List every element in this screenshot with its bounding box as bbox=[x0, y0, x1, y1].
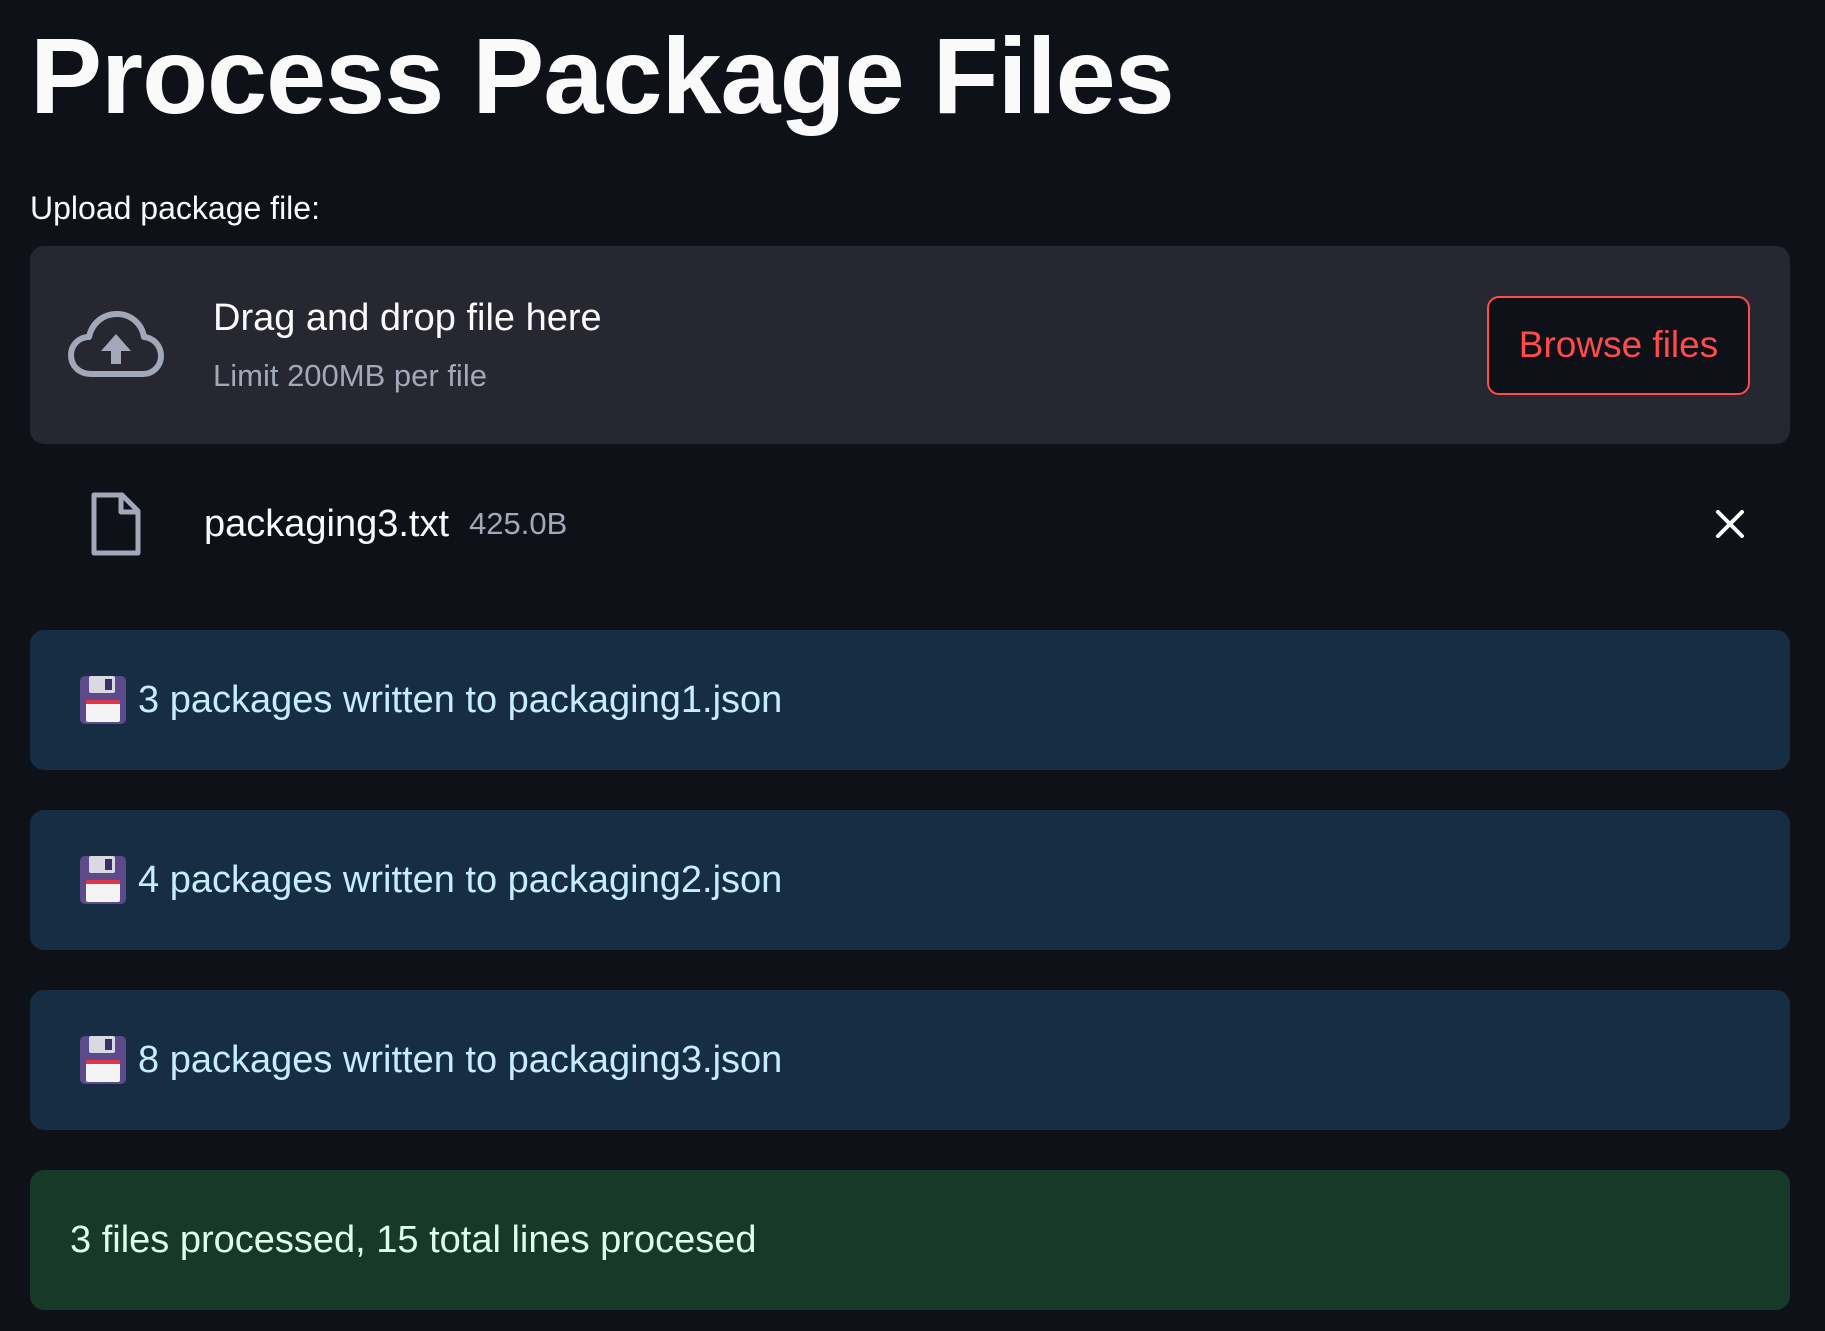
uploaded-file-row: packaging3.txt 425.0B bbox=[30, 444, 1790, 604]
info-alert-text: 4 packages written to packaging2.json bbox=[138, 858, 783, 901]
floppy-disk-icon bbox=[80, 1036, 126, 1084]
info-alert: 4 packages written to packaging2.json bbox=[30, 810, 1790, 950]
page-title: Process Package Files bbox=[30, 15, 1175, 136]
upload-label: Upload package file: bbox=[30, 190, 320, 226]
main-page: Process Package Files Upload package fil… bbox=[0, 0, 1825, 1331]
browse-files-button[interactable]: Browse files bbox=[1487, 295, 1750, 395]
file-icon bbox=[91, 492, 141, 556]
dropzone-title: Drag and drop file here bbox=[213, 297, 602, 339]
info-alert: 8 packages written to packaging3.json bbox=[30, 990, 1790, 1130]
file-dropzone[interactable]: Drag and drop file here Limit 200MB per … bbox=[30, 246, 1790, 444]
success-alert: 3 files processed, 15 total lines proces… bbox=[30, 1170, 1790, 1310]
floppy-disk-icon bbox=[80, 676, 126, 724]
cloud-upload-icon bbox=[68, 311, 164, 377]
floppy-disk-icon bbox=[80, 856, 126, 904]
info-alert-text: 3 packages written to packaging1.json bbox=[138, 678, 783, 721]
dropzone-limit: Limit 200MB per file bbox=[213, 358, 487, 393]
uploaded-file-name: packaging3.txt bbox=[204, 502, 450, 545]
success-alert-text: 3 files processed, 15 total lines proces… bbox=[70, 1218, 757, 1261]
info-alert: 3 packages written to packaging1.json bbox=[30, 630, 1790, 770]
info-alert-text: 8 packages written to packaging3.json bbox=[138, 1038, 783, 1081]
uploaded-file-size: 425.0B bbox=[469, 506, 568, 541]
close-icon[interactable] bbox=[1708, 502, 1752, 546]
dropzone-text: Drag and drop file here Limit 200MB per … bbox=[213, 296, 1487, 394]
alerts-container: 3 packages written to packaging1.json 4 … bbox=[30, 630, 1790, 1310]
